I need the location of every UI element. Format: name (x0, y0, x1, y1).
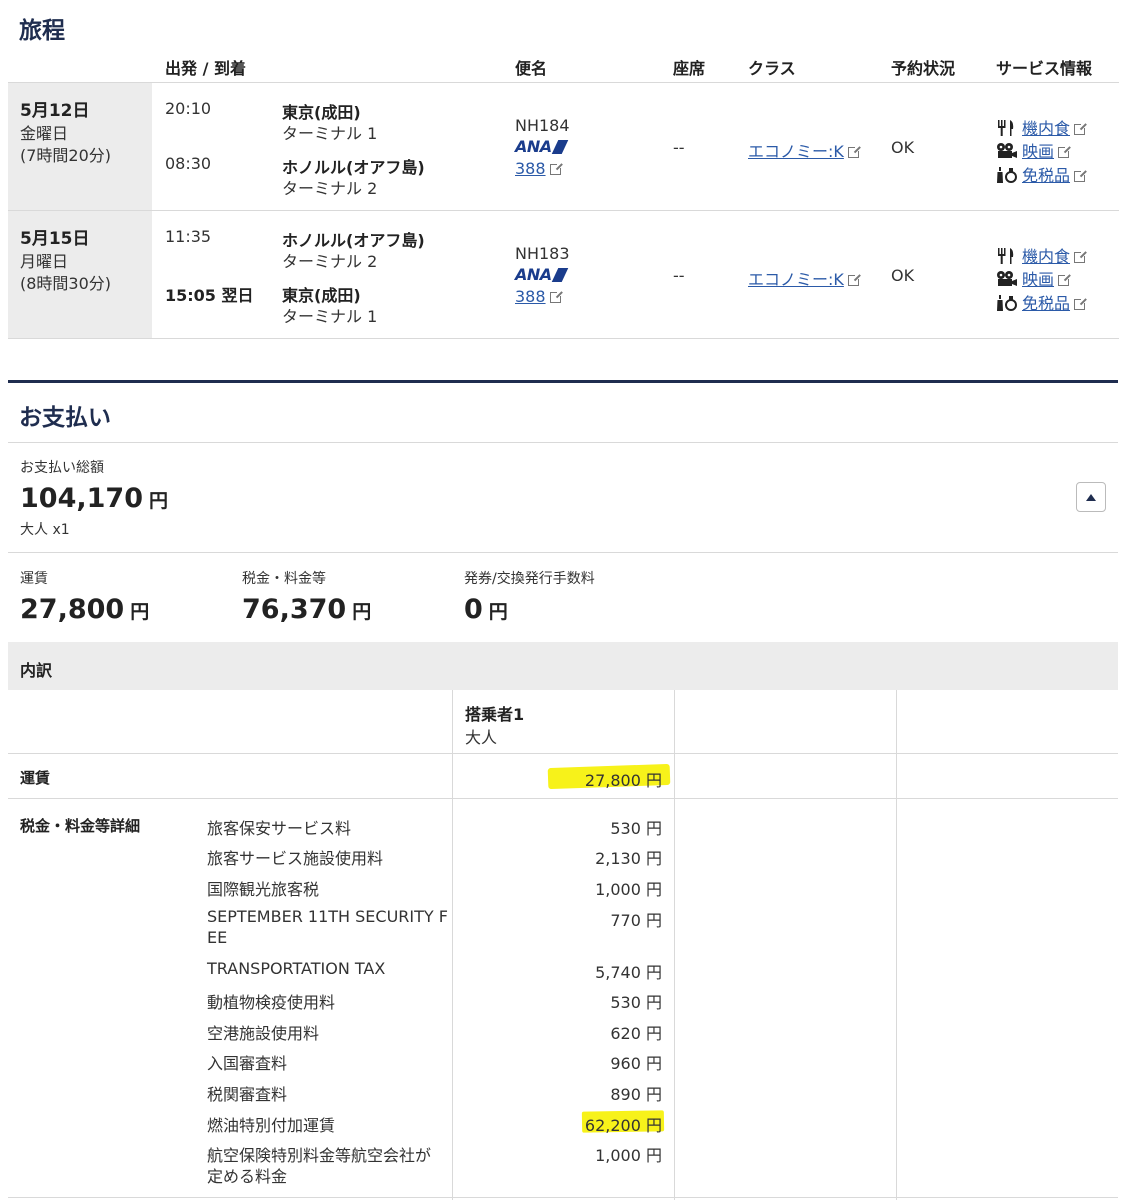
fare-row-label: 運賃 (20, 769, 51, 787)
flight-1-arr-terminal: ターミナル 2 (282, 179, 378, 198)
flight-1-number: NH184 (515, 116, 570, 135)
header-service: サービス情報 (996, 59, 1093, 78)
fare-label: 運賃 (20, 571, 48, 587)
ana-logo: ANA (515, 265, 568, 284)
flight-2-status: OK (891, 266, 915, 285)
passenger-type: 大人 (465, 728, 498, 747)
external-link-icon (1074, 250, 1088, 263)
flight-2-dep-time: 11:35 (165, 227, 212, 246)
flight-1-aircraft-link[interactable]: 388 (515, 159, 563, 178)
external-link-icon (847, 145, 861, 158)
total-label: お支払い総額 (20, 460, 104, 476)
tax-item-amount: 2,130 円 (595, 849, 662, 868)
flight-1-weekday: 金曜日 (20, 124, 69, 143)
external-link-icon (549, 290, 563, 303)
collapse-toggle-button[interactable] (1076, 482, 1106, 512)
flight-2-class-link[interactable]: エコノミー:K (748, 266, 861, 290)
tax-item-name: 燃油特別付加運賃 (207, 1116, 336, 1135)
fare-row-amount: 27,800 円 (584, 771, 662, 790)
total-amount: 104,170 円 (20, 483, 168, 514)
header-class: クラス (748, 59, 796, 78)
movie-icon (997, 143, 1017, 158)
external-link-icon (1058, 145, 1072, 158)
tax-item-amount: 620 円 (610, 1024, 662, 1043)
flight-1-status: OK (891, 138, 915, 157)
tax-item-amount: 530 円 (610, 993, 662, 1012)
tax-item-name: TRANSPORTATION TAX (207, 959, 386, 978)
tax-item-amount: 890 円 (610, 1085, 662, 1104)
flight-1-date: 5月12日 (20, 101, 90, 121)
tax-item-name: 旅客サービス施設使用料 (207, 849, 384, 868)
movie-icon (997, 271, 1017, 286)
fare-amount: 27,800 円 (20, 594, 150, 625)
duty-free-icon (997, 295, 1017, 311)
tax-item-amount: 5,740 円 (595, 963, 662, 982)
tax-item-amount: 770 円 (610, 911, 662, 930)
external-link-icon (1074, 297, 1088, 310)
header-flight: 便名 (515, 59, 548, 78)
header-status: 予約状況 (891, 59, 956, 78)
duty-free-icon (997, 167, 1017, 183)
flight-2-duration: (8時間30分) (20, 274, 112, 293)
flight-1-dep-terminal: ターミナル 1 (282, 124, 378, 143)
header-seat: 座席 (673, 59, 706, 78)
payment-title: お支払い (19, 405, 111, 431)
flight-1-arr-time: 08:30 (165, 154, 212, 173)
fee-amount: 0円 (464, 594, 508, 625)
section-divider (8, 380, 1118, 383)
flight-1-service-meal[interactable]: 機内食 (996, 115, 1088, 139)
flight-2-number: NH183 (515, 244, 570, 263)
flight-2-seat: -- (673, 266, 685, 285)
flight-2-date: 5月15日 (20, 229, 90, 249)
itinerary-title: 旅程 (19, 18, 65, 44)
breakdown-header (8, 642, 1118, 690)
header-depart-arrive: 出発 / 到着 (165, 59, 246, 78)
tax-item-name-cont: 定める料金 (207, 1167, 288, 1186)
tax-item-name: 旅客保安サービス料 (207, 819, 352, 838)
flight-1-service-movie[interactable]: 映画 (996, 138, 1072, 162)
breakdown-title: 内訳 (20, 661, 53, 680)
tax-item-amount: 1,000 円 (595, 880, 662, 899)
flight-1-dep-time: 20:10 (165, 99, 212, 118)
chevron-up-icon (1086, 493, 1096, 501)
external-link-icon (847, 273, 861, 286)
flight-2-aircraft-link[interactable]: 388 (515, 287, 563, 306)
flight-2-service-meal[interactable]: 機内食 (996, 243, 1088, 267)
tax-item-name: 空港施設使用料 (207, 1024, 320, 1043)
tax-item-name-cont: EE (207, 928, 228, 947)
flight-2-service-dutyfree[interactable]: 免税品 (996, 290, 1088, 314)
passenger-count: 大人 x1 (20, 522, 70, 538)
tax-item-amount: 530 円 (610, 819, 662, 838)
tax-item-name: SEPTEMBER 11TH SECURITY F (207, 907, 448, 926)
ana-logo: ANA (515, 137, 568, 156)
tax-item-name: 入国審査料 (207, 1054, 288, 1073)
passenger-label: 搭乗者1 (465, 705, 525, 724)
tax-item-name: 税関審査料 (207, 1085, 288, 1104)
external-link-icon (1074, 122, 1088, 135)
tax-item-amount: 62,200 円 (584, 1116, 662, 1135)
meal-icon (998, 120, 1014, 136)
fee-label: 発券/交換発行手数料 (464, 571, 595, 587)
meal-icon (998, 248, 1014, 264)
external-link-icon (549, 162, 563, 175)
tax-item-name: 国際観光旅客税 (207, 880, 320, 899)
flight-2-arr-terminal: ターミナル 1 (282, 307, 378, 326)
flight-1-seat: -- (673, 138, 685, 157)
tax-amount: 76,370 円 (242, 594, 372, 625)
tax-item-amount: 960 円 (610, 1054, 662, 1073)
tax-label: 税金・料金等 (242, 571, 326, 587)
flight-1-service-dutyfree[interactable]: 免税品 (996, 162, 1088, 186)
flight-2-weekday: 月曜日 (20, 252, 69, 271)
flight-1-duration: (7時間20分) (20, 146, 112, 165)
flight-2-service-movie[interactable]: 映画 (996, 266, 1072, 290)
flight-2-dep-terminal: ターミナル 2 (282, 252, 378, 271)
tax-item-amount: 1,000 円 (595, 1146, 662, 1165)
external-link-icon (1058, 273, 1072, 286)
tax-item-name: 動植物検疫使用料 (207, 993, 336, 1012)
tax-section-label: 税金・料金等詳細 (20, 817, 141, 835)
flight-2-arr-time: 15:05 翌日 (165, 286, 254, 305)
external-link-icon (1074, 169, 1088, 182)
flight-1-class-link[interactable]: エコノミー:K (748, 138, 861, 162)
